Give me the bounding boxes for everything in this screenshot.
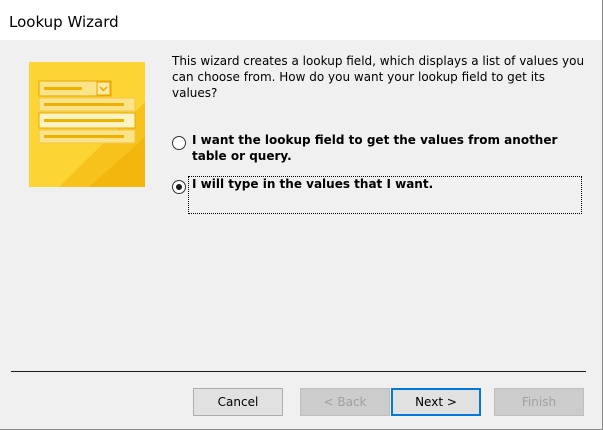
radio-table-query[interactable] [172, 136, 186, 150]
next-button[interactable]: Next > [391, 388, 481, 416]
finish-button[interactable]: Finish [494, 388, 584, 416]
back-button[interactable]: < Back [300, 388, 390, 416]
lookup-wizard-dialog: Lookup Wizard This wizard creates a look… [0, 0, 603, 430]
wizard-instructions: This wizard creates a lookup field, whic… [172, 54, 585, 100]
title-bar[interactable]: Lookup Wizard [0, 0, 602, 40]
cancel-button[interactable]: Cancel [193, 388, 283, 416]
option-from-table-label[interactable]: I want the lookup field to get the value… [192, 132, 562, 164]
option-type-values-label[interactable]: I will type in the values that I want. [192, 176, 562, 192]
dialog-title: Lookup Wizard [9, 13, 119, 31]
lookup-field-illustration-icon [29, 62, 145, 187]
footer-divider [11, 371, 586, 372]
radio-type-values[interactable] [172, 180, 186, 194]
